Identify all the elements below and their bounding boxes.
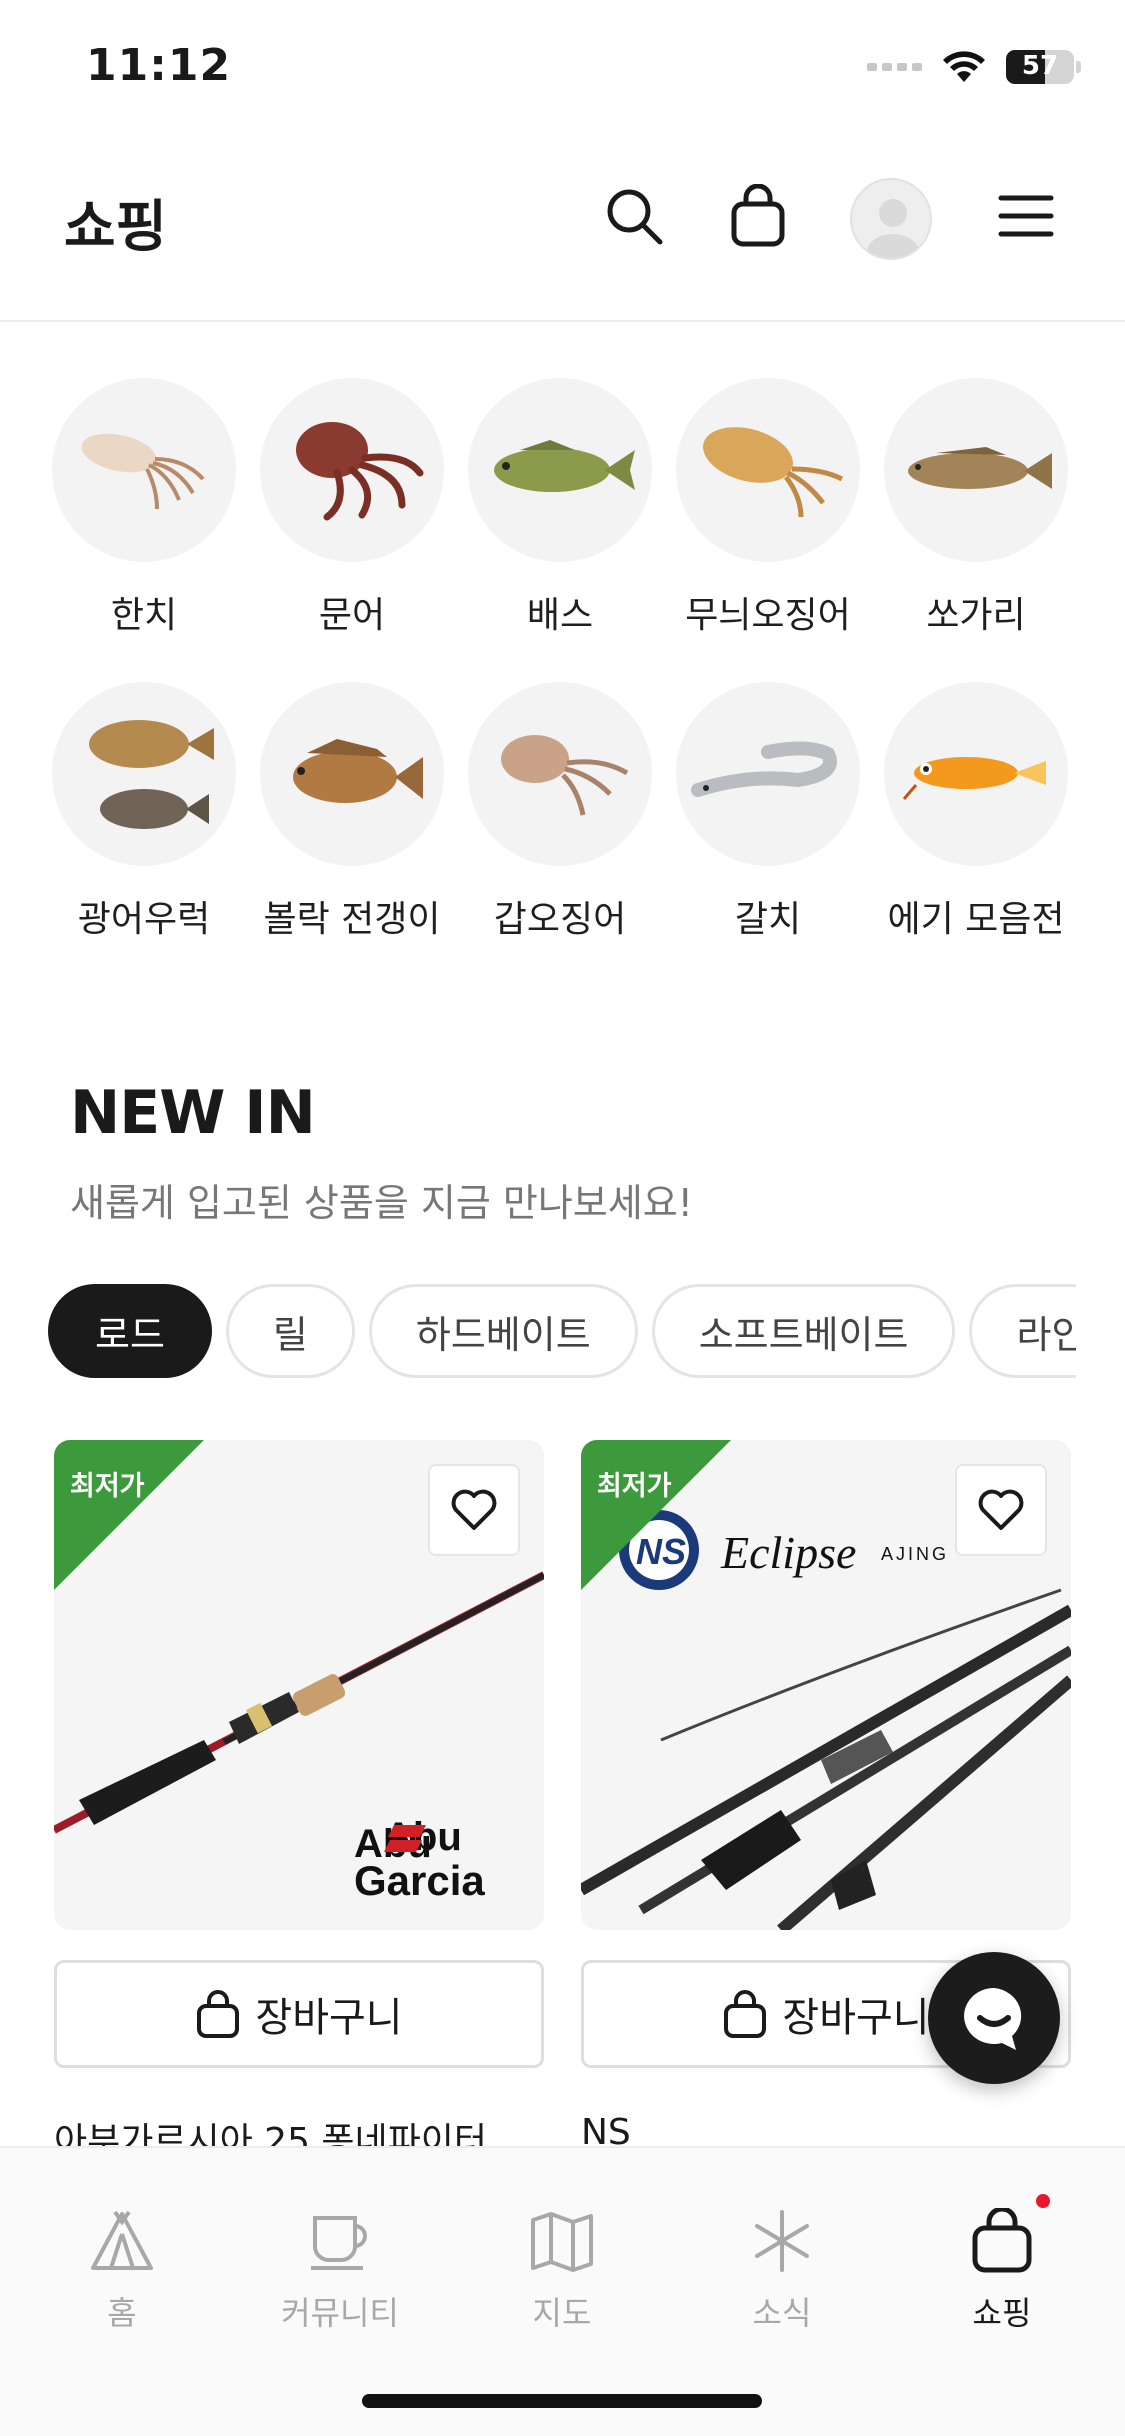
asterisk-icon bbox=[755, 2210, 809, 2272]
octopus-image bbox=[260, 378, 444, 562]
battery-icon: 57 bbox=[1006, 50, 1074, 84]
chip-hardbait[interactable]: 하드베이트 bbox=[368, 1284, 638, 1378]
tab-map[interactable]: 지도 bbox=[472, 2208, 652, 2334]
category-item[interactable]: 갈치 bbox=[664, 682, 872, 942]
hairtail-image bbox=[676, 682, 860, 866]
chip-softbait[interactable]: 소프트베이트 bbox=[651, 1284, 956, 1378]
search-button[interactable] bbox=[592, 174, 676, 258]
cart-button[interactable] bbox=[716, 174, 800, 258]
squid-image bbox=[52, 378, 236, 562]
coffee-cup-icon bbox=[311, 2216, 367, 2270]
shopping-bag-icon bbox=[972, 2208, 1032, 2273]
chat-button[interactable] bbox=[928, 1952, 1060, 2084]
heart-icon bbox=[451, 1489, 497, 1530]
lowest-price-badge: 최저가 bbox=[597, 1471, 672, 1502]
shopping-bag-icon bbox=[197, 1990, 240, 2038]
app-header: 쇼핑 bbox=[0, 130, 1125, 322]
svg-text:Garcia: Garcia bbox=[354, 1857, 485, 1904]
badge-ribbon bbox=[54, 1440, 204, 1590]
cart-label: 장바구니 bbox=[782, 1995, 930, 2041]
egi-lure-image bbox=[884, 682, 1068, 866]
tab-shopping[interactable]: 쇼핑 bbox=[912, 2208, 1092, 2334]
heart-icon bbox=[978, 1489, 1024, 1530]
notification-dot bbox=[1036, 2194, 1050, 2208]
chip-line[interactable]: 라인 bbox=[969, 1284, 1076, 1378]
tab-home[interactable]: 홈 bbox=[32, 2208, 212, 2334]
product-card[interactable]: Abu Abu Garcia 최저가 장바구니 아부가르시아 25 퐁네파이터 bbox=[54, 1440, 544, 2156]
search-icon bbox=[607, 189, 663, 245]
product-image[interactable]: Abu Abu Garcia 최저가 bbox=[54, 1440, 544, 1930]
category-item[interactable]: 갑오징어 bbox=[456, 682, 664, 942]
badge-ribbon bbox=[581, 1440, 731, 1590]
cuttlefish-image bbox=[676, 378, 860, 562]
tab-community[interactable]: 커뮤니티 bbox=[250, 2208, 430, 2334]
mandarin-fish-image bbox=[884, 378, 1068, 562]
menu-button[interactable] bbox=[984, 174, 1068, 258]
chat-bubble-icon bbox=[964, 1988, 1022, 2050]
status-bar: 11:12 57 bbox=[0, 0, 1125, 130]
bass-image bbox=[468, 378, 652, 562]
map-icon bbox=[531, 2212, 593, 2272]
wifi-icon bbox=[943, 51, 985, 82]
filter-chips: 로드 릴 하드베이트 소프트베이트 라인 bbox=[48, 1284, 1076, 1380]
svg-text:AJING: AJING bbox=[881, 1544, 949, 1564]
shopping-bag-icon bbox=[724, 1990, 767, 2038]
category-item[interactable]: 광어우럭 bbox=[40, 682, 248, 942]
chip-rod[interactable]: 로드 bbox=[48, 1284, 212, 1378]
category-grid: 한치 문어 배스 무늬오징어 쏘가리 광어우럭 볼락 전갱이 갑오징어 갈치 에… bbox=[52, 378, 1082, 942]
wishlist-button[interactable] bbox=[428, 1464, 520, 1556]
category-item[interactable]: 쏘가리 bbox=[872, 378, 1080, 638]
category-item[interactable]: 한치 bbox=[40, 378, 248, 638]
category-item[interactable]: 문어 bbox=[248, 378, 456, 638]
wishlist-button[interactable] bbox=[955, 1464, 1047, 1556]
status-icons: 57 bbox=[867, 50, 1081, 84]
shopping-bag-icon bbox=[731, 184, 785, 247]
chip-reel[interactable]: 릴 bbox=[225, 1284, 355, 1378]
rockfish-image bbox=[260, 682, 444, 866]
status-time: 11:12 bbox=[86, 40, 232, 91]
bottom-tab-bar: 홈 커뮤니티 지도 소식 쇼핑 bbox=[0, 2146, 1125, 2436]
section-title: NEW IN bbox=[70, 1078, 316, 1148]
cart-label: 장바구니 bbox=[255, 1995, 403, 2041]
cuttlefish-image bbox=[468, 682, 652, 866]
category-item[interactable]: 무늬오징어 bbox=[664, 378, 872, 638]
flounder-rockfish-image bbox=[52, 682, 236, 866]
tab-news[interactable]: 소식 bbox=[692, 2208, 872, 2334]
product-image[interactable]: NS Eclipse AJING 최저가 bbox=[581, 1440, 1071, 1930]
category-item[interactable]: 배스 bbox=[456, 378, 664, 638]
add-to-cart-button[interactable]: 장바구니 bbox=[54, 1960, 544, 2068]
svg-text:Eclipse: Eclipse bbox=[720, 1527, 856, 1578]
tent-icon bbox=[91, 2210, 153, 2270]
hamburger-menu-icon bbox=[998, 195, 1054, 237]
category-item[interactable]: 에기 모음전 bbox=[872, 682, 1080, 942]
home-indicator[interactable] bbox=[362, 2394, 762, 2408]
lowest-price-badge: 최저가 bbox=[70, 1471, 145, 1502]
page-title: 쇼핑 bbox=[64, 195, 168, 260]
category-item[interactable]: 볼락 전갱이 bbox=[248, 682, 456, 942]
avatar[interactable] bbox=[850, 178, 932, 260]
section-subtitle: 새롭게 입고된 상품을 지금 만나보세요! bbox=[70, 1181, 693, 1225]
user-avatar-icon bbox=[867, 199, 919, 258]
cellular-signal-icon bbox=[867, 63, 922, 71]
